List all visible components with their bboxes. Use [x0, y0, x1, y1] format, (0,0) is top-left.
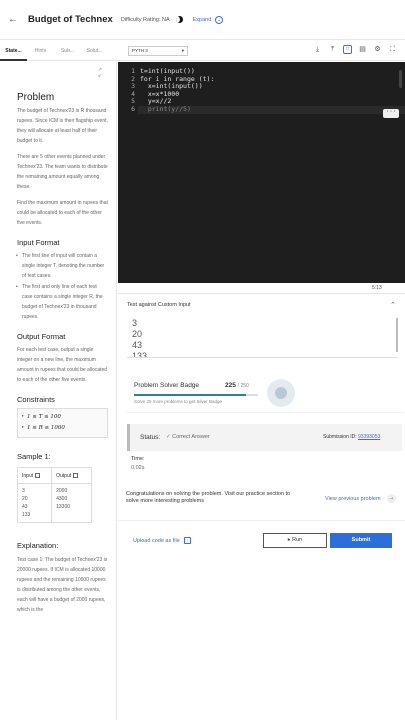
- input-format-item: The first line of input will contain a s…: [16, 251, 108, 281]
- line-number: 1: [131, 67, 135, 75]
- language-value: PYTH 3: [132, 48, 148, 53]
- dark-mode-moon-icon[interactable]: [175, 16, 183, 23]
- tab-statement[interactable]: State...: [0, 41, 27, 61]
- sample-output-cell: 2000 4300 13300: [51, 483, 92, 523]
- badge-progress-fill: [134, 394, 246, 396]
- settings-gear-icon[interactable]: ⚙: [373, 45, 382, 54]
- status-label: Status:: [140, 434, 161, 441]
- fullscreen-icon[interactable]: ⛶: [388, 45, 397, 54]
- upload-icon[interactable]: ⤒: [328, 45, 337, 54]
- editor-toolbar: ⤓ ⤒ □ ▤ ⚙ ⛶: [313, 45, 397, 54]
- copy-icon[interactable]: [35, 472, 41, 478]
- top-bar: ← Budget of Technex Difficulty Rating: N…: [0, 0, 405, 40]
- status-value: Correct Answer: [166, 434, 210, 440]
- sample-heading: Sample 1:: [17, 452, 51, 461]
- code-editor[interactable]: 1 2 3 4 5 6 t=int(input()) for i in rang…: [118, 62, 405, 283]
- line-number: 6: [131, 104, 135, 113]
- code-line: print(y//5): [140, 104, 191, 113]
- copy-icon[interactable]: [73, 472, 79, 478]
- status-box: Status: Correct Answer Submission ID: 93…: [127, 424, 402, 451]
- line-number: 5: [131, 97, 135, 105]
- submission-id: Submission ID: 93393053: [323, 434, 381, 440]
- input-format-list: The first line of input will contain a s…: [16, 251, 108, 322]
- problem-panel[interactable]: ↗ ↙ Problem The budget of Technex'23 is R…: [0, 62, 117, 720]
- custom-input-label[interactable]: Test against Custom Input: [127, 302, 191, 308]
- custom-input-line: 133: [132, 351, 148, 358]
- difficulty-rating: Difficulty Rating: NA: [120, 16, 170, 23]
- sample-table: Input Output 3 20 43 133 2000 4300 13300: [16, 467, 92, 523]
- constraints-box: 1 ≤ T ≤ 100 1 ≤ R ≤ 1000: [17, 408, 108, 438]
- download-icon[interactable]: ⤓: [313, 45, 322, 54]
- input-format-heading: Input Format: [17, 238, 60, 247]
- chevron-up-icon[interactable]: ⌃: [390, 301, 396, 309]
- congrats-message: Congratulations on solving the problem. …: [126, 491, 291, 504]
- chevron-down-icon: ▾: [181, 48, 184, 53]
- explanation-text: Test case 1: The budget of Technex'23 is…: [17, 557, 108, 613]
- constraints-heading: Constraints: [17, 395, 55, 404]
- back-arrow-icon[interactable]: ←: [8, 14, 18, 25]
- chevron-down-icon: ⌄: [215, 15, 224, 24]
- problem-title: Budget of Technex: [28, 14, 113, 25]
- arrow-right-icon[interactable]: →: [387, 494, 396, 503]
- line-number-gutter: 1 2 3 4 5 6: [118, 67, 138, 113]
- line-number: 2: [131, 74, 135, 83]
- custom-input-line: 20: [132, 329, 143, 339]
- submission-id-link[interactable]: 93393053: [358, 434, 380, 440]
- output-format-heading: Output Format: [17, 332, 66, 341]
- cursor-position: 5:13: [372, 285, 382, 291]
- input-format-item: The first and only line of each test cas…: [16, 282, 108, 322]
- divider: [118, 293, 405, 294]
- tab-hints[interactable]: Hints: [27, 41, 54, 61]
- custom-input-line: 3: [132, 318, 138, 328]
- line-number: 3: [131, 82, 135, 90]
- time-value: 0.02s: [131, 465, 145, 471]
- time-label: Time:: [131, 456, 145, 462]
- view-previous-link[interactable]: View previous problem: [325, 496, 381, 502]
- tab-submissions[interactable]: Sub...: [54, 41, 81, 61]
- input-scrollbar[interactable]: [396, 318, 398, 352]
- upload-icon: ↑: [183, 537, 191, 544]
- badge-progress-bar: [134, 394, 258, 396]
- sample-input-header: Input: [16, 467, 53, 484]
- expand-button[interactable]: Expand ⌄: [192, 15, 224, 24]
- more-options-button[interactable]: ···: [383, 109, 399, 118]
- divider: [118, 520, 405, 521]
- run-button[interactable]: Run: [263, 533, 327, 548]
- upload-code-link[interactable]: Upload code as file ↑: [133, 537, 191, 544]
- editor-scrollbar[interactable]: [399, 70, 402, 88]
- badge-title: Problem Solver Badge: [134, 382, 200, 389]
- custom-input-textarea[interactable]: 3 20 43 133: [127, 318, 398, 358]
- custom-input-line: 43: [132, 340, 143, 350]
- language-select[interactable]: PYTH 3 ▾: [128, 46, 188, 56]
- constraint-item: 1 ≤ T ≤ 100: [21, 412, 103, 422]
- notes-icon[interactable]: ▤: [358, 45, 367, 54]
- code-content[interactable]: t=int(input()) for i in range (t): x=int…: [140, 67, 214, 113]
- tab-row: State... Hints Sub... Solut... PYTH 3 ▾ …: [0, 41, 405, 61]
- explanation-heading: Explanation:: [17, 541, 59, 550]
- constraint-item: 1 ≤ R ≤ 1000: [21, 423, 103, 433]
- problem-statement-1: The budget of Technex'23 is R thousand r…: [17, 108, 108, 144]
- sample-input-cell: 3 20 43 133: [16, 483, 53, 523]
- submit-button[interactable]: Submit: [330, 533, 392, 548]
- output-format-text: For each test case, output a single inte…: [17, 347, 108, 383]
- problem-heading: Problem: [17, 92, 55, 103]
- badge-subtitle: Solve 25 more problems to get Silver Bad…: [134, 399, 223, 404]
- badge-icon: [267, 379, 295, 407]
- line-number: 4: [131, 89, 135, 98]
- problem-statement-3: Find the maximum amount in rupees that c…: [17, 200, 108, 226]
- comment-icon[interactable]: □: [343, 45, 352, 54]
- expand-panel-icon[interactable]: ↗ ↙: [98, 67, 102, 79]
- expand-label: Expand: [192, 16, 212, 23]
- problem-statement-2: There are 5 other events planned under T…: [17, 154, 108, 190]
- sample-output-header: Output: [51, 467, 92, 484]
- badge-progress-text: 225 / 250: [225, 382, 249, 389]
- badge-card: Problem Solver Badge 225 / 250 Solve 25 …: [127, 373, 402, 413]
- tab-solutions[interactable]: Solut...: [81, 41, 108, 61]
